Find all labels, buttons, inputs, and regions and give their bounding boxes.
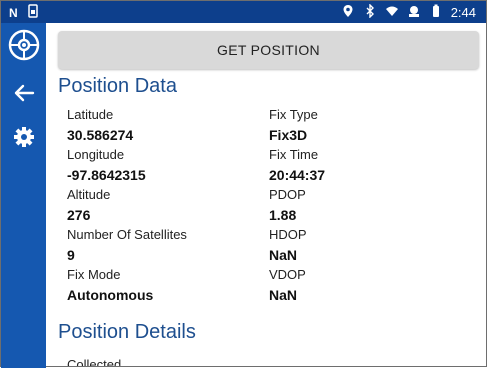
fix-mode-value: Autonomous bbox=[67, 287, 154, 303]
n-icon: N bbox=[9, 5, 18, 20]
fix-time-label: Fix Time bbox=[269, 147, 319, 162]
fix-time-value: 20:44:37 bbox=[269, 167, 326, 183]
hdop-label: HDOP bbox=[269, 227, 307, 242]
sidebar bbox=[1, 23, 46, 368]
hdop-value: NaN bbox=[269, 247, 298, 263]
battery-icon bbox=[429, 4, 443, 21]
position-details-title: Position Details bbox=[58, 321, 196, 343]
altitude-label: Altitude bbox=[67, 187, 111, 202]
fix-type-value: Fix3D bbox=[269, 127, 308, 143]
clock-time: 2:44 bbox=[450, 5, 476, 20]
position-data-title: Position Data bbox=[58, 75, 177, 97]
vdop-label: VDOP bbox=[269, 267, 306, 282]
wifi-icon bbox=[385, 4, 399, 21]
back-arrow-icon[interactable] bbox=[1, 75, 46, 111]
main-content: GET POSITION Position Data Latitude 30.5… bbox=[46, 23, 486, 366]
latitude-value: 30.586274 bbox=[67, 127, 134, 143]
pdop-value: 1.88 bbox=[269, 207, 297, 223]
longitude-label: Longitude bbox=[67, 147, 125, 162]
location-icon bbox=[341, 4, 355, 21]
gps-icon bbox=[407, 4, 421, 21]
longitude-value: -97.8642315 bbox=[67, 167, 146, 183]
satellites-label: Number Of Satellites bbox=[67, 227, 187, 242]
bluetooth-icon bbox=[363, 4, 377, 21]
status-bar: N 2:44 bbox=[1, 1, 486, 23]
fix-mode-label: Fix Mode bbox=[67, 267, 121, 282]
app-logo-icon[interactable] bbox=[1, 27, 46, 63]
collected-label: Collected bbox=[67, 357, 122, 366]
vdop-value: NaN bbox=[269, 287, 298, 303]
latitude-label: Latitude bbox=[67, 107, 114, 122]
altitude-value: 276 bbox=[67, 207, 91, 223]
get-position-button[interactable]: GET POSITION bbox=[58, 31, 479, 69]
pdop-label: PDOP bbox=[269, 187, 306, 202]
satellites-value: 9 bbox=[67, 247, 75, 263]
fix-type-label: Fix Type bbox=[269, 107, 318, 122]
gear-icon[interactable] bbox=[1, 119, 46, 155]
sim-card-icon bbox=[26, 4, 40, 21]
